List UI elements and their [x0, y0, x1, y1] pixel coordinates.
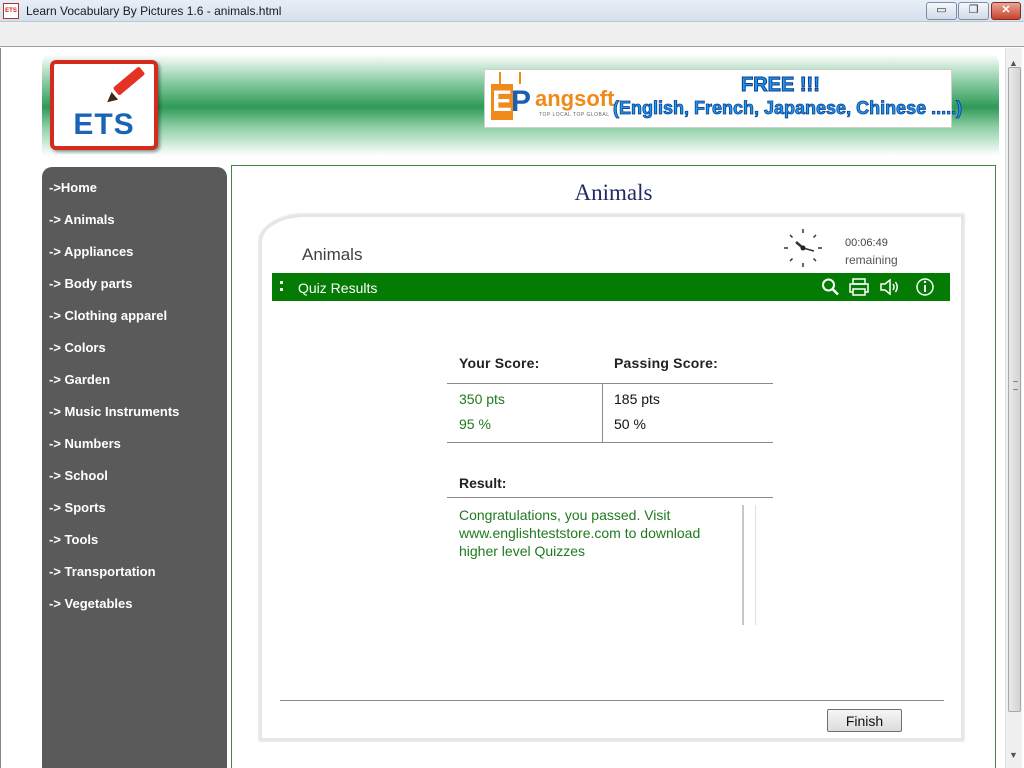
banner-logo-p: P — [511, 85, 532, 118]
your-points: 350 pts — [459, 391, 505, 407]
time-remaining: 00:06:49 — [845, 237, 888, 249]
page-scrollbar[interactable]: ▲ ▼ — [1005, 48, 1022, 768]
minimize-button[interactable]: ▭ — [926, 2, 957, 20]
sidebar-item-animals[interactable]: -> Animals — [49, 212, 115, 227]
passing-score-header: Passing Score: — [614, 355, 718, 371]
ets-logo[interactable]: ETS — [50, 60, 158, 150]
sidebar-item-appliances[interactable]: -> Appliances — [49, 244, 133, 259]
quiz-card: Animals 00:06:49 remaining Quiz Results … — [259, 214, 964, 741]
sidebar-item-clothing-apparel[interactable]: -> Clothing apparel — [49, 308, 167, 323]
close-button[interactable]: ✕ — [991, 2, 1021, 20]
sidebar-item-tools[interactable]: -> Tools — [49, 532, 98, 547]
remaining-label: remaining — [845, 253, 898, 267]
banner-free-text: FREE !!! — [741, 74, 821, 97]
table-header-divider — [447, 383, 773, 384]
sidebar-item-numbers[interactable]: -> Numbers — [49, 436, 121, 451]
menu-bar — [0, 22, 1024, 47]
app-icon[interactable]: ETS — [3, 3, 19, 19]
result-header: Result: — [459, 475, 507, 491]
sidebar-item-home[interactable]: ->Home — [49, 180, 97, 195]
pencil-tip-icon — [103, 91, 119, 107]
passing-percent: 50 % — [614, 416, 646, 432]
page-header: ETS E P angsoft TOP LOCAL TOP GLOBAL FRE… — [42, 54, 999, 156]
scrollbar-grip — [1013, 381, 1018, 390]
page-viewport: ETS E P angsoft TOP LOCAL TOP GLOBAL FRE… — [0, 48, 1004, 768]
banner-languages: (English, French, Japanese, Chinese ....… — [613, 98, 963, 119]
passing-points: 185 pts — [614, 391, 660, 407]
pencil-icon — [112, 66, 146, 96]
quiz-results-title: Quiz Results — [298, 280, 378, 296]
window-titlebar: ETS Learn Vocabulary By Pictures 1.6 - a… — [0, 0, 1024, 22]
quiz-results-bar: Quiz Results — [272, 273, 950, 301]
table-bottom-divider — [447, 442, 773, 443]
your-score-header: Your Score: — [459, 355, 540, 371]
scroll-down-icon[interactable]: ▼ — [1009, 750, 1018, 760]
logo-text: ETS — [73, 108, 135, 141]
sidebar-item-transportation[interactable]: -> Transportation — [49, 564, 156, 579]
info-icon[interactable] — [914, 277, 936, 297]
result-scrollbar[interactable] — [742, 505, 756, 625]
banner-brand: angsoft — [535, 86, 615, 111]
footer-divider — [280, 700, 944, 701]
sidebar-item-colors[interactable]: -> Colors — [49, 340, 106, 355]
maximize-button[interactable]: ❐ — [958, 2, 989, 20]
quiz-name: Animals — [302, 245, 363, 264]
sidebar-item-school[interactable]: -> School — [49, 468, 108, 483]
sidebar-nav: ->Home -> Animals -> Appliances -> Body … — [42, 167, 227, 768]
result-divider — [447, 497, 773, 498]
window-title: Learn Vocabulary By Pictures 1.6 - anima… — [26, 4, 282, 18]
clock-icon — [784, 229, 822, 267]
banner-tagline: TOP LOCAL TOP GLOBAL — [539, 112, 610, 118]
scrollbar-thumb[interactable] — [1008, 67, 1021, 712]
content-panel: Animals Animals 00:06:49 remaining Quiz … — [231, 165, 996, 768]
search-icon[interactable] — [820, 277, 842, 297]
sound-icon[interactable] — [879, 277, 901, 297]
sidebar-item-body-parts[interactable]: -> Body parts — [49, 276, 132, 291]
bar-arrow-icon — [280, 281, 288, 291]
result-message: Congratulations, you passed. Visit www.e… — [459, 507, 701, 559]
sidebar-item-vegetables[interactable]: -> Vegetables — [49, 596, 132, 611]
page-title: Animals — [574, 180, 653, 205]
sidebar-item-music-instruments[interactable]: -> Music Instruments — [49, 404, 179, 419]
print-icon[interactable] — [848, 277, 870, 297]
tv-antenna-icon — [499, 72, 521, 84]
banner-logo-e: E — [491, 84, 513, 120]
your-percent: 95 % — [459, 416, 491, 432]
table-column-divider — [602, 384, 603, 442]
epangsoft-banner[interactable]: E P angsoft TOP LOCAL TOP GLOBAL FREE !!… — [484, 69, 962, 128]
sidebar-item-sports[interactable]: -> Sports — [49, 500, 106, 515]
finish-button[interactable]: Finish — [827, 709, 902, 732]
sidebar-item-garden[interactable]: -> Garden — [49, 372, 110, 387]
